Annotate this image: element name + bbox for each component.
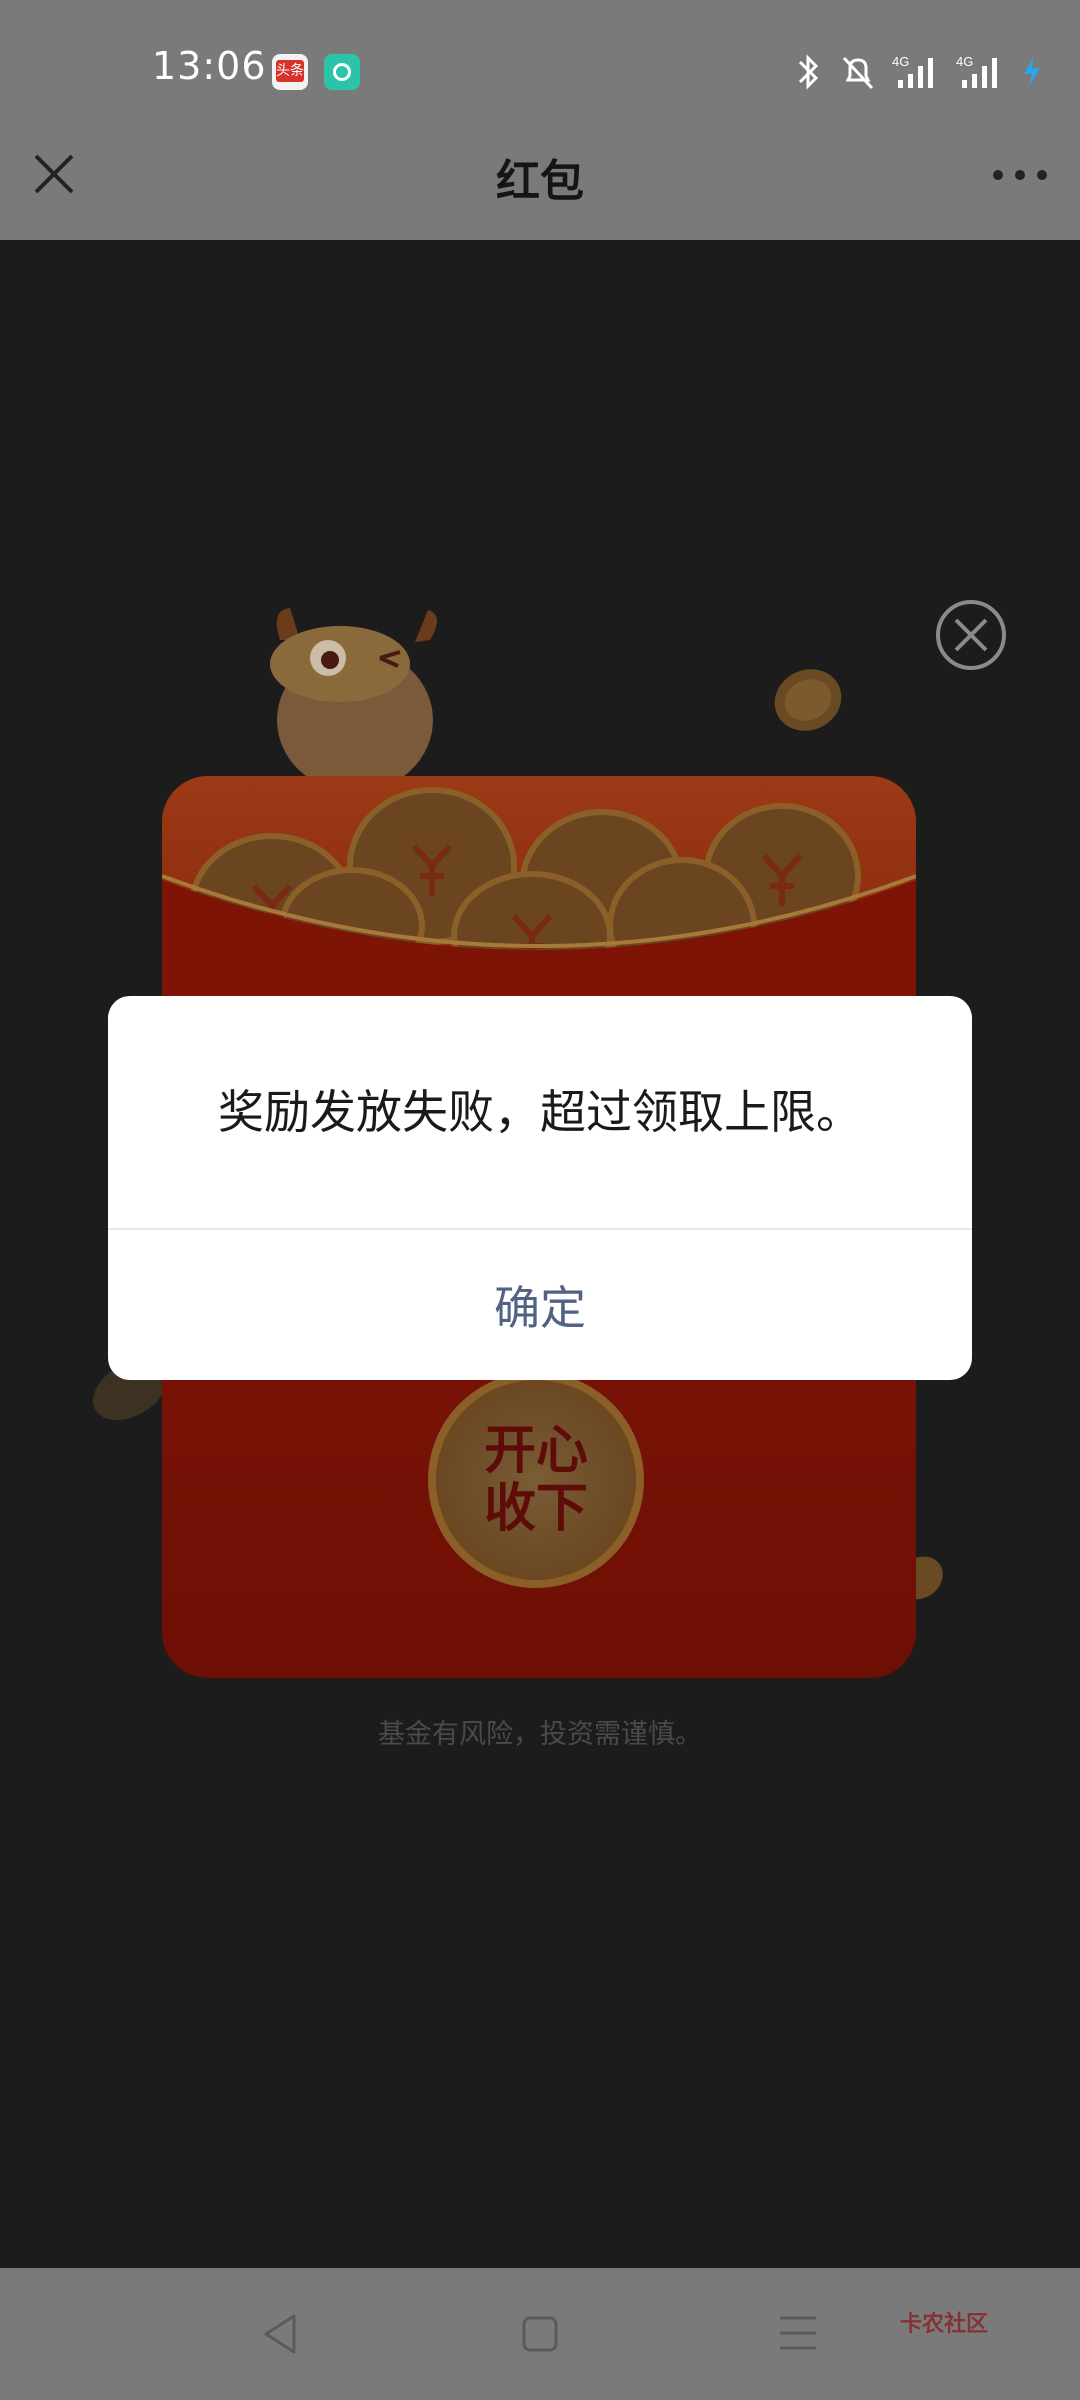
mute-bell-icon (842, 56, 874, 90)
system-icons: 4G 4G (792, 50, 1044, 94)
toutiao-app-label: 头条 (276, 60, 304, 82)
green-app-icon (324, 54, 360, 90)
risk-disclaimer: 基金有风险，投资需谨慎。 (378, 1719, 702, 1750)
alert-dialog: 奖励发放失败，超过领取上限。 确定 (108, 996, 972, 1380)
accept-button-line1: 开心 (483, 1421, 588, 1481)
4g-signal-icon: 4G (956, 54, 997, 88)
status-time: 13:06 (152, 44, 267, 88)
circle-close-icon[interactable] (934, 598, 1008, 672)
accept-button[interactable]: 开心 收下 (428, 1372, 644, 1588)
home-square-icon[interactable] (520, 2314, 560, 2354)
toutiao-app-icon: 头条 (272, 54, 308, 90)
status-bar: 13:06 头条 4G 4G (0, 0, 1080, 140)
back-triangle-icon[interactable] (258, 2310, 302, 2358)
more-dots-icon[interactable] (990, 160, 1050, 190)
network-label-2: 4G (956, 54, 973, 69)
cow-mascot-icon (270, 608, 438, 790)
recent-menu-icon[interactable] (778, 2312, 818, 2354)
page-title: 红包 (496, 156, 584, 207)
dialog-message: 奖励发放失败，超过领取上限。 (218, 1085, 862, 1139)
4g-signal-icon: 4G (892, 54, 933, 88)
gold-coins-icon (162, 787, 916, 1006)
accept-button-line2: 收下 (483, 1479, 588, 1539)
network-label-1: 4G (892, 54, 909, 69)
bluetooth-icon (798, 54, 819, 90)
confirm-button[interactable]: 确定 (108, 1230, 972, 1380)
charging-bolt-icon (1024, 56, 1040, 88)
floating-coin-icon (774, 669, 842, 731)
watermark: 卡农社区 (900, 2312, 989, 2337)
